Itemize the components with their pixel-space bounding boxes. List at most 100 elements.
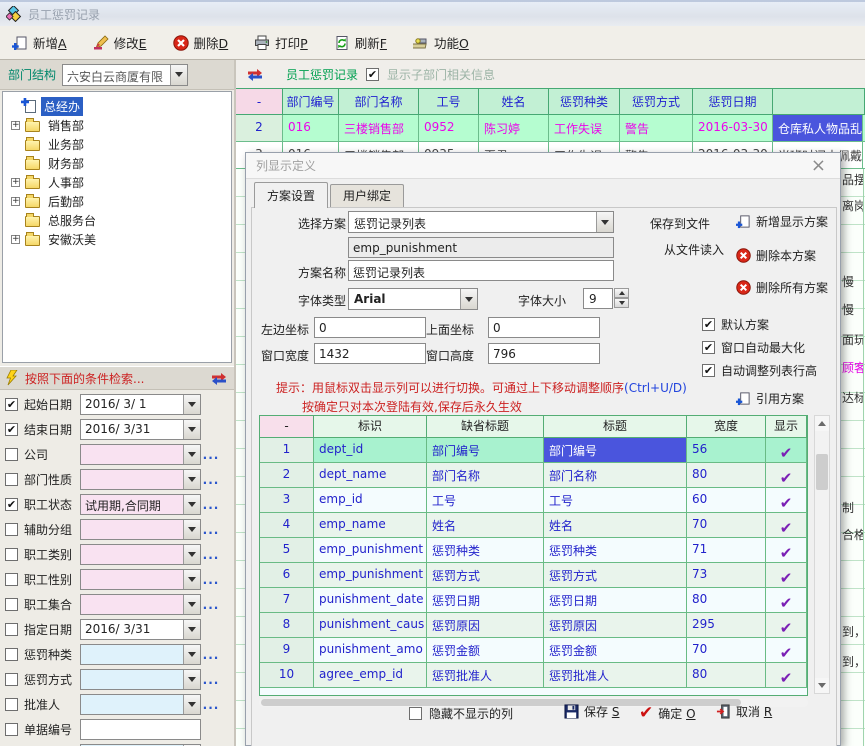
grid-row[interactable]: 2 dept_name 部门名称 部门名称 80 ✔ xyxy=(260,463,807,488)
combo-arrow-icon[interactable] xyxy=(183,620,200,639)
column-header[interactable]: 工号 xyxy=(419,88,479,115)
filter-combo[interactable]: 试用期,合同期 xyxy=(80,494,201,515)
column-header[interactable]: 惩罚方式 xyxy=(620,88,693,115)
window-height-input[interactable]: 796 xyxy=(488,343,600,364)
combo-arrow-icon[interactable] xyxy=(183,420,200,439)
grid-row[interactable]: 1 dept_id 部门编号 部门编号 56 ✔ xyxy=(260,438,807,463)
tree-item[interactable]: 总服务台 xyxy=(9,211,231,230)
grid-row[interactable]: 9 punishment_amo 惩罚金额 惩罚金额 70 ✔ xyxy=(260,638,807,663)
grid-show-check[interactable]: ✔ xyxy=(766,513,807,538)
grid-show-check[interactable]: ✔ xyxy=(766,538,807,563)
close-icon[interactable]: × xyxy=(807,158,830,174)
spin-up-icon[interactable] xyxy=(614,288,629,298)
add-plan-button[interactable]: 新增显示方案 xyxy=(736,213,828,230)
tree-expander[interactable]: + xyxy=(11,121,20,130)
filter-checkbox[interactable] xyxy=(5,473,18,486)
more-button[interactable]: ... xyxy=(201,698,221,712)
show-subdept-checkbox[interactable]: ✔ xyxy=(366,68,379,81)
tab-plan-settings[interactable]: 方案设置 xyxy=(254,182,328,208)
combo-arrow-icon[interactable] xyxy=(170,65,187,85)
refresh-button[interactable]: 刷新F xyxy=(328,30,393,55)
function-button[interactable]: 功能O xyxy=(407,30,475,55)
reference-plan-button[interactable]: 引用方案 xyxy=(736,390,804,407)
filter-combo[interactable]: 2016/ 3/ 1 xyxy=(80,394,201,415)
combo-arrow-icon[interactable] xyxy=(183,695,200,714)
filter-checkbox[interactable] xyxy=(5,548,18,561)
grid-show-check[interactable]: ✔ xyxy=(766,588,807,613)
read-from-file-button[interactable]: 从文件读入 xyxy=(664,241,724,258)
grid-title-cell[interactable]: 姓名 xyxy=(544,513,687,538)
window-width-input[interactable]: 1432 xyxy=(314,343,426,364)
column-header[interactable]: 部门编号 xyxy=(283,88,339,115)
grid-show-check[interactable]: ✔ xyxy=(766,663,807,688)
filter-checkbox[interactable]: ✔ xyxy=(5,498,18,511)
save-button[interactable]: 保存 S xyxy=(564,703,619,720)
font-size-stepper[interactable]: 9 xyxy=(583,288,629,309)
filter-checkbox[interactable] xyxy=(5,598,18,611)
tree-item[interactable]: + 后勤部 xyxy=(9,192,231,211)
grid-column-header[interactable]: 显示 xyxy=(766,416,807,438)
grid-title-cell[interactable]: 惩罚种类 xyxy=(544,538,687,563)
filter-combo[interactable] xyxy=(80,719,201,740)
delete-button[interactable]: 删除D xyxy=(167,30,235,55)
grid-row[interactable]: 4 emp_name 姓名 姓名 70 ✔ xyxy=(260,513,807,538)
grid-row[interactable]: 5 emp_punishment 惩罚种类 惩罚种类 71 ✔ xyxy=(260,538,807,563)
scroll-down-icon[interactable] xyxy=(815,678,829,693)
grid-column-header[interactable]: 宽度 xyxy=(687,416,766,438)
spin-down-icon[interactable] xyxy=(614,298,629,308)
grid-column-header[interactable]: 标题 xyxy=(544,416,687,438)
swap-icon[interactable] xyxy=(246,68,264,81)
column-header[interactable]: 惩罚种类 xyxy=(549,88,620,115)
dialog-titlebar[interactable]: 列显示定义 × xyxy=(246,153,840,179)
more-button[interactable]: ... xyxy=(201,598,221,612)
grid-title-cell[interactable]: 惩罚金额 xyxy=(544,638,687,663)
grid-show-check[interactable]: ✔ xyxy=(766,563,807,588)
grid-column-header[interactable]: 缺省标题 xyxy=(427,416,544,438)
top-coord-input[interactable]: 0 xyxy=(488,317,600,338)
filter-combo[interactable] xyxy=(80,544,201,565)
filter-combo[interactable] xyxy=(80,644,201,665)
plan-name-input[interactable]: 惩罚记录列表 xyxy=(348,260,614,281)
save-to-file-button[interactable]: 保存到文件 xyxy=(650,215,710,232)
grid-title-cell[interactable]: 部门名称 xyxy=(544,463,687,488)
grid-title-cell[interactable]: 惩罚批准人 xyxy=(544,663,687,688)
grid-show-check[interactable]: ✔ xyxy=(766,463,807,488)
grid-row[interactable]: 3 emp_id 工号 工号 60 ✔ xyxy=(260,488,807,513)
combo-arrow-icon[interactable] xyxy=(183,545,200,564)
combo-arrow-icon[interactable] xyxy=(460,289,477,309)
more-button[interactable]: ... xyxy=(201,673,221,687)
grid-title-cell[interactable]: 工号 xyxy=(544,488,687,513)
combo-arrow-icon[interactable] xyxy=(183,395,200,414)
grid-show-check[interactable]: ✔ xyxy=(766,488,807,513)
filter-checkbox[interactable] xyxy=(5,448,18,461)
filter-combo[interactable] xyxy=(80,694,201,715)
combo-arrow-icon[interactable] xyxy=(183,520,200,539)
filter-checkbox[interactable]: ✔ xyxy=(5,398,18,411)
grid-vertical-scrollbar[interactable] xyxy=(814,415,830,694)
filter-combo[interactable] xyxy=(80,519,201,540)
filter-checkbox[interactable] xyxy=(5,523,18,536)
filter-checkbox[interactable] xyxy=(5,573,18,586)
grid-title-cell[interactable]: 惩罚方式 xyxy=(544,563,687,588)
grid-column-header[interactable]: - xyxy=(260,416,314,438)
filter-checkbox[interactable] xyxy=(5,698,18,711)
scroll-up-icon[interactable] xyxy=(815,416,829,431)
tree-item[interactable]: 财务部 xyxy=(9,154,231,173)
grid-column-header[interactable]: 标识 xyxy=(314,416,427,438)
more-button[interactable]: ... xyxy=(201,523,221,537)
more-button[interactable]: ... xyxy=(201,548,221,562)
grid-show-check[interactable]: ✔ xyxy=(766,438,807,463)
more-button[interactable]: ... xyxy=(201,448,221,462)
tree-item[interactable]: + 人事部 xyxy=(9,173,231,192)
column-header[interactable]: 姓名 xyxy=(479,88,549,115)
combo-arrow-icon[interactable] xyxy=(183,595,200,614)
select-plan-combo[interactable]: 惩罚记录列表 xyxy=(348,211,614,233)
tree-item[interactable]: 总经办 xyxy=(9,97,231,116)
combo-arrow-icon[interactable] xyxy=(183,570,200,589)
combo-arrow-icon[interactable] xyxy=(183,470,200,489)
filter-combo[interactable] xyxy=(80,569,201,590)
filter-combo[interactable]: 2016/ 3/31 xyxy=(80,619,201,640)
combo-arrow-icon[interactable] xyxy=(183,645,200,664)
tab-user-binding[interactable]: 用户绑定 xyxy=(330,184,404,207)
grid-show-check[interactable]: ✔ xyxy=(766,638,807,663)
